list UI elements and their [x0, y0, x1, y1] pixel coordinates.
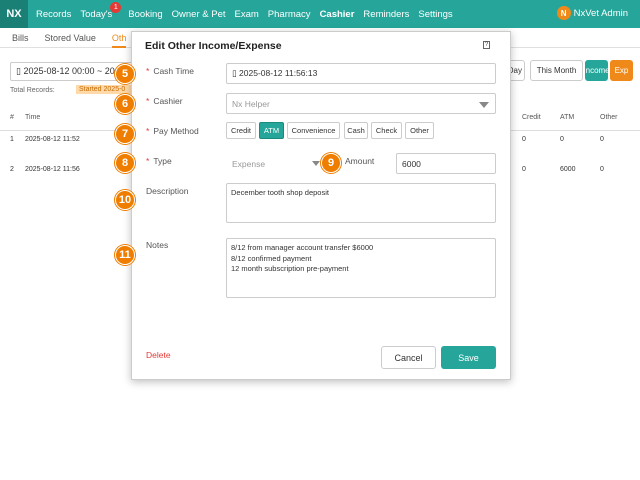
cancel-button[interactable]: Cancel: [381, 346, 436, 369]
user-menu[interactable]: N NxVet Admin: [556, 6, 628, 20]
nav-booking[interactable]: Booking: [128, 9, 162, 20]
required-mark: *: [146, 126, 150, 136]
tab-other[interactable]: Oth: [111, 28, 127, 48]
col-header-credit: Credit: [522, 114, 541, 121]
step-marker-10: 10: [115, 190, 135, 210]
avatar: N: [556, 6, 571, 20]
cashier-label: * Cashier: [146, 96, 183, 106]
col-header-num: #: [10, 114, 14, 121]
amount-label: Amount: [345, 156, 375, 166]
chevron-down-icon: [312, 161, 320, 166]
nav-settings[interactable]: Settings: [418, 9, 452, 20]
tab-bills[interactable]: Bills: [12, 28, 29, 48]
required-mark: *: [146, 66, 150, 76]
pay-method-check[interactable]: Check: [371, 122, 402, 139]
expense-button[interactable]: Exp: [610, 60, 633, 81]
total-records-label: Total Records:: [10, 87, 55, 94]
step-marker-9: 9: [321, 153, 341, 173]
step-marker-7: 7: [115, 124, 135, 144]
started-tag: Started 2025-0: [76, 85, 132, 94]
cash-time-input[interactable]: ▯ 2025-08-12 11:56:13: [226, 63, 496, 84]
pay-method-other[interactable]: Other: [405, 122, 434, 139]
col-header-time: Time: [25, 114, 41, 121]
top-nav: NX Records Today's 1 Booking Owner & Pet …: [0, 0, 640, 28]
chevron-down-icon: [479, 102, 489, 108]
row-num: 1: [10, 136, 14, 143]
pay-method-credit[interactable]: Credit: [226, 122, 256, 139]
dialog-title: Edit Other Income/Expense: [145, 40, 282, 52]
cashier-select[interactable]: Nx Helper: [226, 93, 496, 114]
cash-time-label-text: Cash Time: [153, 66, 194, 76]
row-atm: 0: [560, 136, 564, 143]
edit-income-expense-dialog: Edit Other Income/Expense ? * Cash Time ▯…: [131, 31, 511, 380]
type-select[interactable]: Expense: [226, 153, 326, 174]
nav-exam[interactable]: Exam: [235, 9, 259, 20]
required-mark: *: [146, 96, 150, 106]
nav-pharmacy[interactable]: Pharmacy: [268, 9, 311, 20]
pay-method-label-text: Pay Method: [153, 126, 199, 136]
save-button[interactable]: Save: [441, 346, 496, 369]
step-marker-8: 8: [115, 153, 135, 173]
cashier-value: Nx Helper: [232, 98, 270, 109]
step-marker-11: 11: [115, 245, 135, 265]
description-label: Description: [146, 186, 189, 196]
notification-badge: 1: [110, 1, 122, 13]
row-credit: 0: [522, 166, 526, 173]
notes-label: Notes: [146, 240, 169, 250]
pay-method-atm[interactable]: ATM: [259, 122, 284, 139]
tab-stored-value[interactable]: Stored Value: [45, 28, 96, 48]
user-name: NxVet Admin: [573, 7, 628, 19]
col-header-atm: ATM: [560, 114, 575, 121]
this-month-button[interactable]: This Month: [530, 60, 583, 81]
nav-todays-label: Today's: [80, 8, 113, 20]
required-mark: *: [146, 156, 150, 166]
pay-method-convenience[interactable]: Convenience: [287, 122, 340, 139]
help-icon[interactable]: ?: [483, 41, 490, 49]
step-marker-5: 5: [115, 64, 135, 84]
row-time: 2025-08-12 11:52: [25, 136, 80, 143]
row-num: 2: [10, 166, 14, 173]
type-value: Expense: [232, 158, 266, 169]
type-label-text: Type: [153, 156, 172, 166]
step-marker-6: 6: [115, 94, 135, 114]
row-other: 0: [600, 166, 604, 173]
cash-time-label: * Cash Time: [146, 66, 194, 76]
notes-textarea[interactable]: 8/12 from manager account transfer $6000…: [226, 238, 496, 298]
nav-todays[interactable]: Today's 1: [80, 1, 122, 20]
amount-input[interactable]: 6000: [396, 153, 496, 174]
col-header-other: Other: [600, 114, 618, 121]
pay-method-label: * Pay Method: [146, 126, 199, 136]
row-credit: 0: [522, 136, 526, 143]
income-button[interactable]: Income: [585, 60, 608, 81]
nav-owner-pet[interactable]: Owner & Pet: [172, 9, 226, 20]
nav-cashier[interactable]: Cashier: [320, 9, 355, 20]
type-label: * Type: [146, 156, 172, 166]
row-other: 0: [600, 136, 604, 143]
row-atm: 6000: [560, 166, 576, 173]
description-textarea[interactable]: December tooth shop deposit: [226, 183, 496, 223]
cashier-label-text: Cashier: [153, 96, 183, 106]
nav-records[interactable]: Records: [36, 9, 71, 20]
app-logo[interactable]: NX: [0, 0, 28, 28]
pay-method-cash[interactable]: Cash: [344, 122, 368, 139]
nav-reminders[interactable]: Reminders: [363, 9, 409, 20]
row-time: 2025-08-12 11:56: [25, 166, 80, 173]
delete-button[interactable]: Delete: [146, 350, 171, 360]
